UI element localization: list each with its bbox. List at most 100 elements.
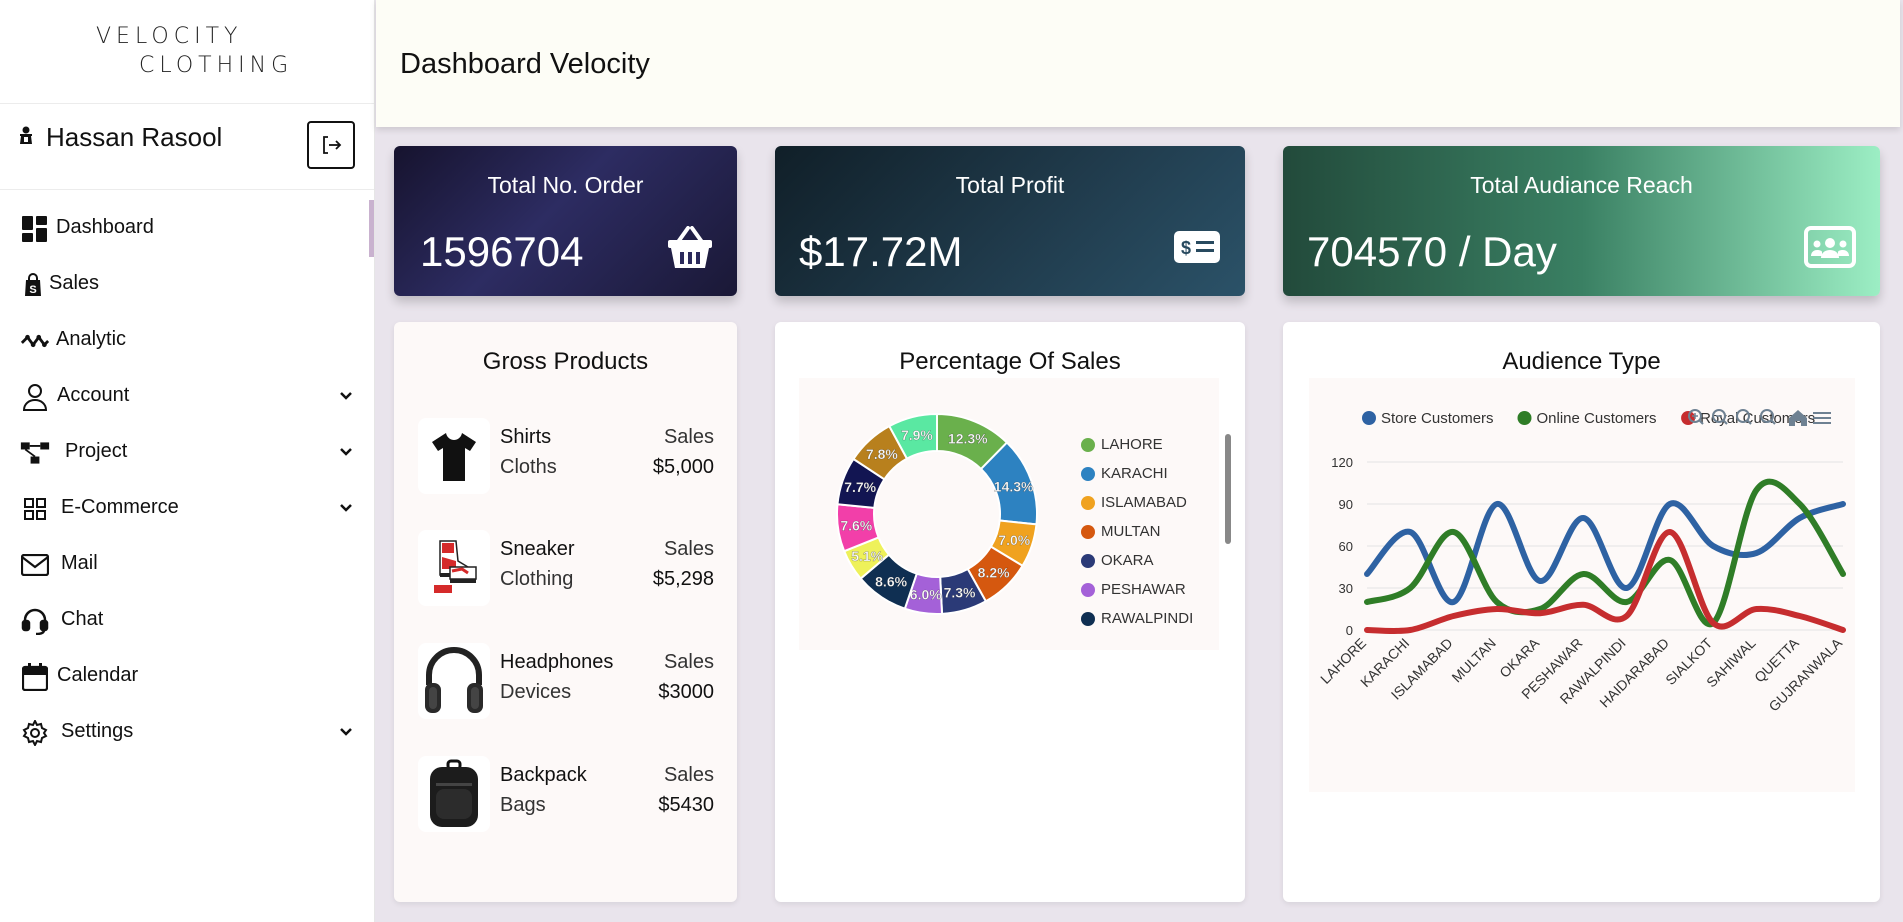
donut-chart-area: 12.3% 14.3% 7.0% 8.2% 7.3% 6.0% 8.6% 5.1% 7.6% 7.… xyxy=(799,378,1231,650)
legend-label: RAWALPINDI xyxy=(1101,610,1194,627)
stat-card-audience[interactable]: Total Audiance Reach 704570 / Day xyxy=(1283,146,1880,296)
nav-item-analytic[interactable]: Analytic xyxy=(0,312,375,368)
user-icon xyxy=(18,125,34,150)
legend-item[interactable]: MULTAN xyxy=(1081,523,1160,540)
grid-icon xyxy=(20,494,50,524)
legend-marker xyxy=(1081,553,1095,568)
product-sales-value: $5,298 xyxy=(652,568,714,590)
legend-marker xyxy=(1081,466,1095,481)
legend-item[interactable]: ISLAMABAD xyxy=(1081,494,1187,511)
shopify-bag-icon: S xyxy=(18,270,48,300)
user-name: Hassan Rasool xyxy=(46,122,223,152)
product-category: Devices xyxy=(500,681,572,703)
legend-label[interactable]: Online Customers xyxy=(1537,410,1657,427)
y-tick-label: 0 xyxy=(1346,623,1353,638)
stat-card-profit[interactable]: Total Profit $17.72M $ xyxy=(775,146,1245,296)
stat-value: $17.72M xyxy=(799,228,963,275)
slice-label: 7.7% xyxy=(844,479,876,495)
sidebar: VELOCITY CLOTHING Hassan Rasool Dashboar… xyxy=(0,0,375,922)
slice-label: 5.1% xyxy=(851,548,883,564)
stat-title: Total Audiance Reach xyxy=(1470,172,1693,198)
product-item[interactable]: Sneaker Clothing Sales $5,298 xyxy=(418,530,714,610)
stat-card-orders[interactable]: Total No. Order 1596704 xyxy=(394,146,737,296)
logout-icon xyxy=(323,136,342,154)
nav-item-mail[interactable]: Mail xyxy=(0,536,375,592)
nav-item-calendar[interactable]: Calendar xyxy=(0,648,375,704)
legend-marker[interactable] xyxy=(1362,411,1376,425)
nav-item-ecommerce[interactable]: E-Commerce xyxy=(0,480,375,536)
y-tick-label: 60 xyxy=(1339,539,1353,554)
sidebar-nav: Dashboard S Sales Analytic Account Proje… xyxy=(0,200,375,760)
product-category: Cloths xyxy=(500,456,557,478)
slice-label: 12.3% xyxy=(948,431,988,447)
top-header: Dashboard Velocity xyxy=(376,0,1900,127)
legend-marker xyxy=(1081,582,1095,597)
nav-item-chat[interactable]: Chat xyxy=(0,592,375,648)
stat-value: 1596704 xyxy=(420,228,584,275)
chevron-down-icon[interactable] xyxy=(338,722,354,745)
legend-marker[interactable] xyxy=(1681,411,1696,425)
chevron-down-icon[interactable] xyxy=(338,498,354,521)
product-sales-label: Sales xyxy=(663,538,714,560)
brand-logo[interactable]: VELOCITY CLOTHING xyxy=(0,0,374,104)
stat-value: 704570 / Day xyxy=(1307,228,1557,275)
headset-icon xyxy=(20,606,50,636)
legend-marker xyxy=(1081,437,1095,452)
legend-label: PESHAWAR xyxy=(1101,581,1186,598)
legend-label: MULTAN xyxy=(1101,523,1161,540)
slice-label: 8.6% xyxy=(875,573,907,589)
nav-label-settings: Settings xyxy=(61,720,134,742)
panel-title: Audience Type xyxy=(1502,348,1661,375)
legend-label: OKARA xyxy=(1101,552,1154,569)
legend-label: ISLAMABAD xyxy=(1101,494,1187,511)
product-item[interactable]: Headphones Devices Sales $3000 xyxy=(418,643,714,723)
brand-line-2: CLOTHING xyxy=(139,53,294,78)
product-name: Backpack xyxy=(500,764,587,786)
slice-label: 14.3% xyxy=(994,478,1034,494)
chevron-down-icon[interactable] xyxy=(338,386,354,409)
chevron-down-icon[interactable] xyxy=(338,442,354,465)
legend-item[interactable]: PESHAWAR xyxy=(1081,581,1186,598)
product-name: Sneaker xyxy=(500,538,575,560)
slice-label: 7.8% xyxy=(866,446,898,462)
product-sales-label: Sales xyxy=(663,651,714,673)
legend-item[interactable]: LAHORE xyxy=(1081,436,1163,453)
person-icon xyxy=(20,382,50,412)
menu-icon[interactable] xyxy=(1813,412,1831,424)
nav-item-dashboard[interactable]: Dashboard xyxy=(0,200,375,256)
nav-label-mail: Mail xyxy=(61,552,98,574)
legend-marker[interactable] xyxy=(1517,411,1532,425)
legend-label[interactable]: Store Customers xyxy=(1381,410,1494,427)
legend-item[interactable]: OKARA xyxy=(1081,552,1154,569)
y-tick-label: 90 xyxy=(1339,497,1353,512)
line-chart-area: 0 30 60 90 120 LAHORE KARACHI ISLAMABAD MULTAN OK… xyxy=(1309,378,1855,792)
audience-type-panel: Audience Type 0 30 60 90 120 LAHORE KARACHI ISL… xyxy=(1283,322,1880,902)
legend-scrollbar[interactable] xyxy=(1225,434,1231,544)
legend-item[interactable]: RAWALPINDI xyxy=(1081,610,1193,627)
slice-label: 6.0% xyxy=(910,587,942,603)
legend-item[interactable]: KARACHI xyxy=(1081,465,1168,482)
nav-item-sales[interactable]: S Sales xyxy=(0,256,375,312)
product-category: Clothing xyxy=(500,568,574,590)
nav-item-project[interactable]: Project xyxy=(0,424,375,480)
logout-button[interactable] xyxy=(307,121,355,169)
user-info: Hassan Rasool xyxy=(18,122,222,153)
legend-label: KARACHI xyxy=(1101,465,1168,482)
headphones-image xyxy=(418,643,490,719)
nav-label-ecommerce: E-Commerce xyxy=(61,496,179,518)
gross-products-panel: Gross Products Shirts Cloths Sales $5,00… xyxy=(394,322,737,902)
nav-item-account[interactable]: Account xyxy=(0,368,375,424)
sales-percentage-panel: Percentage Of Sales 12.3% 14.3% 7.0% 8.2% 7.… xyxy=(775,322,1245,902)
panel-title: Gross Products xyxy=(482,348,649,375)
product-item[interactable]: Backpack Bags Sales $5430 xyxy=(418,756,714,836)
slice-label: 7.9% xyxy=(901,427,933,443)
legend-marker xyxy=(1081,611,1095,626)
nav-item-settings[interactable]: Settings xyxy=(0,704,375,760)
nav-label-sales: Sales xyxy=(49,272,100,294)
product-item[interactable]: Shirts Cloths Sales $5,000 xyxy=(418,418,714,498)
envelope-icon xyxy=(20,550,50,580)
gear-icon xyxy=(20,718,50,748)
tshirt-image xyxy=(418,418,490,494)
panel-title: Percentage Of Sales xyxy=(899,348,1121,375)
product-sales-value: $3000 xyxy=(658,681,714,703)
